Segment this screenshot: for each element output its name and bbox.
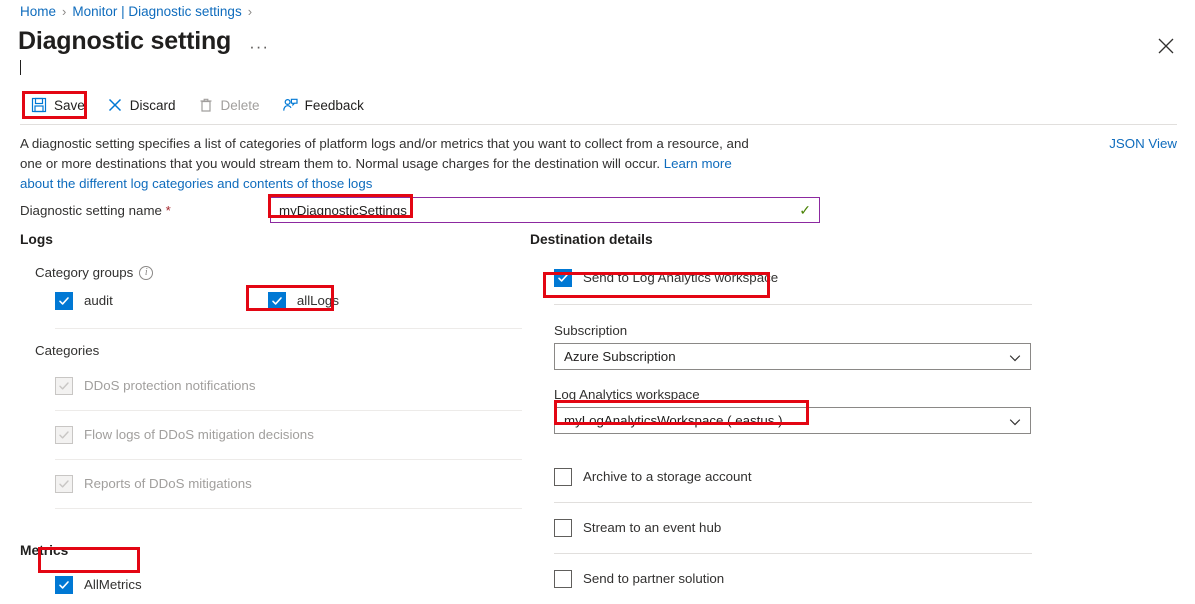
delete-button-label: Delete (221, 98, 260, 113)
subscription-select[interactable]: Azure Subscription (554, 343, 1031, 370)
checkbox-log-analytics[interactable] (554, 269, 572, 287)
chevron-down-icon (1009, 415, 1021, 427)
workspace-select[interactable]: myLogAnalyticsWorkspace ( eastus ) (554, 407, 1031, 434)
feedback-button-label: Feedback (305, 98, 364, 113)
workspace-select-value: myLogAnalyticsWorkspace ( eastus ) (555, 413, 783, 428)
discard-icon (107, 97, 123, 113)
checkbox-row-log-analytics[interactable]: Send to Log Analytics workspace (554, 267, 1032, 289)
breadcrumb-item-home[interactable]: Home (20, 4, 56, 19)
command-bar: Save Discard Delete (20, 90, 375, 120)
categories-label: Categories (35, 343, 99, 358)
toolbar-divider (20, 124, 1177, 125)
logs-section-title: Logs (20, 232, 522, 247)
chevron-down-icon (1009, 351, 1021, 363)
checkbox-label-ddos-protection-notifications: DDoS protection notifications (84, 379, 255, 392)
diagnostic-setting-name-row: Diagnostic setting name * ✓ (20, 197, 820, 223)
checkbox-label-log-analytics: Send to Log Analytics workspace (583, 271, 778, 284)
diagnostic-setting-name-label: Diagnostic setting name * (20, 203, 270, 218)
divider (55, 508, 522, 509)
text-cursor (20, 60, 21, 75)
description-text: A diagnostic setting specifies a list of… (20, 134, 765, 194)
diagnostic-setting-page: Home › Monitor | Diagnostic settings › D… (0, 0, 1195, 604)
checkbox-row-ddos-protection-notifications: DDoS protection notifications (55, 362, 522, 410)
checkbox-label-event-hub: Stream to an event hub (583, 521, 721, 534)
checkbox-audit[interactable] (55, 292, 73, 310)
checkbox-label-partner-solution: Send to partner solution (583, 572, 724, 585)
checkbox-label-alllogs: allLogs (297, 294, 339, 307)
checkbox-label-archive-storage: Archive to a storage account (583, 470, 752, 483)
breadcrumb-separator-icon: › (62, 4, 66, 19)
checkbox-label-flow-logs: Flow logs of DDoS mitigation decisions (84, 428, 314, 441)
checkbox-row-partner-solution[interactable]: Send to partner solution (554, 554, 1032, 604)
destination-section-title: Destination details (530, 232, 1032, 247)
close-icon[interactable] (1155, 35, 1177, 57)
checkbox-label-allmetrics: AllMetrics (84, 578, 142, 591)
json-view-link[interactable]: JSON View (1109, 136, 1177, 151)
save-icon (31, 97, 47, 113)
checkbox-row-alllogs[interactable]: allLogs (268, 290, 339, 312)
divider (55, 328, 522, 329)
logs-column: Logs Category groups i audit allLogs Cat… (20, 232, 522, 604)
feedback-icon (282, 97, 298, 113)
checkbox-row-archive-storage[interactable]: Archive to a storage account (554, 452, 1032, 502)
diagnostic-setting-name-input[interactable] (271, 198, 819, 222)
checkbox-row-event-hub[interactable]: Stream to an event hub (554, 503, 1032, 553)
category-groups-row: audit allLogs (55, 290, 522, 312)
workspace-label: Log Analytics workspace (554, 387, 1032, 402)
discard-button[interactable]: Discard (96, 90, 187, 120)
metrics-section-title: Metrics (20, 543, 522, 558)
checkbox-allmetrics[interactable] (55, 576, 73, 594)
checkbox-row-reports-ddos-mitigations: Reports of DDoS mitigations (55, 460, 522, 508)
page-title: Diagnostic setting (18, 28, 231, 56)
checkbox-ddos-protection-notifications (55, 377, 73, 395)
divider (554, 304, 1032, 305)
checkbox-row-flow-logs: Flow logs of DDoS mitigation decisions (55, 411, 522, 459)
checkbox-event-hub[interactable] (554, 519, 572, 537)
category-groups-label: Category groups (35, 265, 133, 280)
breadcrumb-item-monitor[interactable]: Monitor | Diagnostic settings (72, 4, 241, 19)
destination-column: Destination details Send to Log Analytic… (530, 232, 1032, 604)
subscription-label: Subscription (554, 323, 1032, 338)
checkbox-label-reports-ddos-mitigations: Reports of DDoS mitigations (84, 477, 252, 490)
delete-icon (198, 97, 214, 113)
breadcrumb-separator-icon-2: › (248, 4, 252, 19)
checkbox-partner-solution[interactable] (554, 570, 572, 588)
checkbox-alllogs[interactable] (268, 292, 286, 310)
page-title-row: Diagnostic setting ··· (18, 28, 273, 56)
description-body: A diagnostic setting specifies a list of… (20, 136, 749, 171)
checkbox-label-audit: audit (84, 294, 113, 307)
breadcrumb: Home › Monitor | Diagnostic settings › (20, 4, 252, 19)
categories-label-row: Categories (35, 343, 522, 358)
save-button[interactable]: Save (20, 90, 96, 120)
required-marker: * (166, 203, 171, 218)
checkbox-archive-storage[interactable] (554, 468, 572, 486)
feedback-button[interactable]: Feedback (271, 90, 375, 120)
delete-button: Delete (187, 90, 271, 120)
checkbox-reports-ddos-mitigations (55, 475, 73, 493)
category-groups-label-row: Category groups i (35, 265, 522, 280)
more-options-button[interactable]: ··· (245, 36, 273, 57)
checkbox-row-audit[interactable]: audit (55, 290, 113, 312)
diagnostic-setting-name-input-wrap[interactable]: ✓ (270, 197, 820, 223)
subscription-select-value: Azure Subscription (555, 349, 676, 364)
save-button-label: Save (54, 98, 85, 113)
valid-check-icon: ✓ (799, 203, 811, 217)
checkbox-row-allmetrics[interactable]: AllMetrics (55, 574, 522, 596)
discard-button-label: Discard (130, 98, 176, 113)
checkbox-flow-logs (55, 426, 73, 444)
info-icon[interactable]: i (139, 266, 153, 280)
name-label-text: Diagnostic setting name (20, 203, 162, 218)
